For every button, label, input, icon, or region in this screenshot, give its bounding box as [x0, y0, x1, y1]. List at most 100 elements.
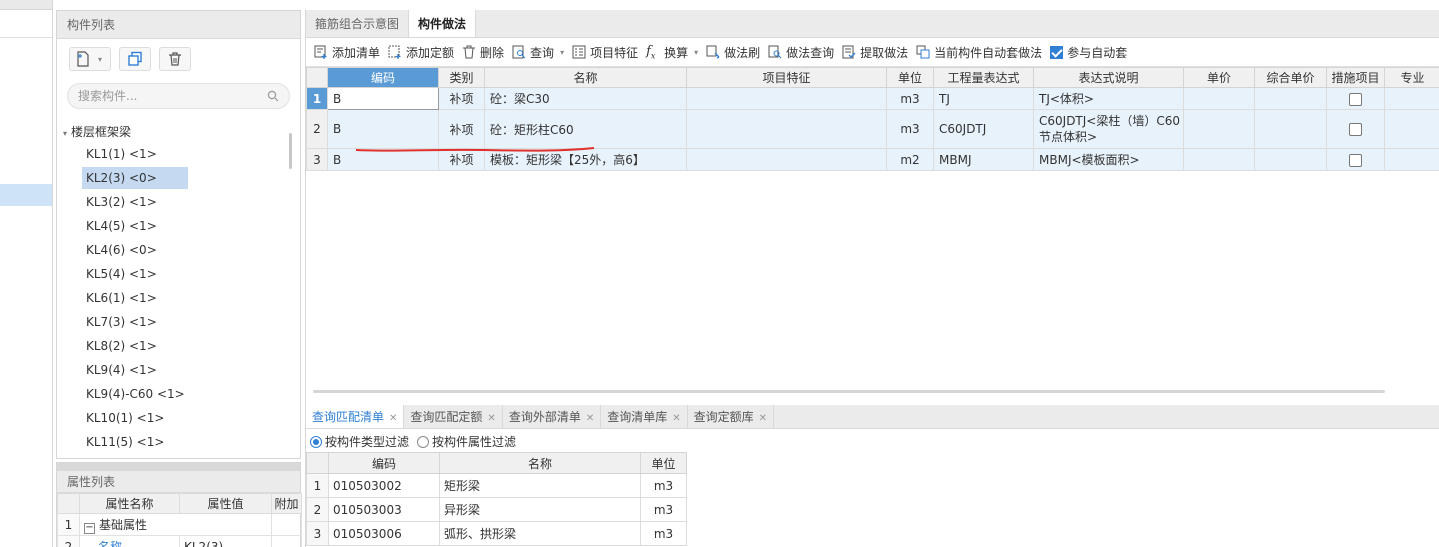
- property-value-cell[interactable]: KL2(3): [179, 535, 272, 547]
- search-icon[interactable]: [267, 90, 279, 102]
- cell-measure[interactable]: [1326, 87, 1385, 110]
- query-header-code[interactable]: 编码: [328, 452, 440, 474]
- cell-code[interactable]: 010503006: [328, 521, 440, 546]
- cell-unit[interactable]: m3: [640, 473, 687, 498]
- tab-query-match-quota[interactable]: 查询匹配定额 ✕: [404, 405, 503, 428]
- table-row[interactable]: 3 010503006 弧形、拱形梁 m3: [306, 521, 687, 546]
- tab-query-list-library[interactable]: 查询清单库 ✕: [601, 405, 688, 428]
- chevron-down-icon[interactable]: ▾: [560, 48, 564, 57]
- cell-unit[interactable]: m3: [640, 521, 687, 546]
- auto-apply-current-button[interactable]: 当前构件自动套做法: [914, 44, 1048, 61]
- cell-expr[interactable]: TJ: [933, 87, 1034, 110]
- chevron-down-icon[interactable]: ▾: [98, 55, 102, 64]
- tree-item[interactable]: KL8(2) <1>: [57, 335, 300, 359]
- query-header-unit[interactable]: 单位: [640, 452, 687, 474]
- cell-code[interactable]: 010503003: [328, 497, 440, 522]
- grid-header-specialty[interactable]: 专业: [1384, 67, 1439, 88]
- grid-header-unit[interactable]: 单位: [886, 67, 934, 88]
- delete-component-button[interactable]: [159, 47, 191, 71]
- cell-desc[interactable]: MBMJ<模板面积>: [1033, 148, 1184, 171]
- tree-item[interactable]: KL11(5) <1>: [57, 431, 300, 455]
- cell-name[interactable]: 矩形梁: [439, 473, 641, 498]
- cell-feature[interactable]: [686, 87, 887, 110]
- tree-item[interactable]: KL2(3) <0>: [57, 167, 300, 191]
- cell-unit[interactable]: m3: [886, 109, 934, 149]
- tree-item[interactable]: KL5(4) <1>: [57, 263, 300, 287]
- cell-name[interactable]: 弧形、拱形梁: [439, 521, 641, 546]
- cell-price[interactable]: [1183, 148, 1255, 171]
- tree-item[interactable]: KL4(5) <1>: [57, 215, 300, 239]
- tab-query-external-list[interactable]: 查询外部清单 ✕: [503, 405, 602, 428]
- tab-query-match-list[interactable]: 查询匹配清单 ✕: [306, 405, 405, 428]
- grid-header-desc[interactable]: 表达式说明: [1033, 67, 1184, 88]
- property-row[interactable]: 2 名称 KL2(3): [57, 535, 302, 547]
- filter-by-type-radio[interactable]: 按构件类型过滤: [310, 433, 409, 450]
- cell-total-price[interactable]: [1254, 109, 1327, 149]
- tab-stirrup-diagram[interactable]: 箍筋组合示意图: [306, 10, 410, 37]
- query-button[interactable]: 查询 ▾: [510, 44, 570, 61]
- table-row[interactable]: 1 010503002 矩形梁 m3: [306, 473, 687, 498]
- tab-query-quota-library[interactable]: 查询定额库 ✕: [688, 405, 775, 428]
- tree-item[interactable]: KL6(1) <1>: [57, 287, 300, 311]
- method-query-button[interactable]: 做法查询: [766, 44, 840, 61]
- cell-unit[interactable]: m3: [640, 497, 687, 522]
- tree-group-frame-beam[interactable]: ▾ 楼层框架梁: [57, 121, 300, 143]
- cell-expr[interactable]: MBMJ: [933, 148, 1034, 171]
- cell-name[interactable]: 异形梁: [439, 497, 641, 522]
- copy-component-button[interactable]: [119, 47, 151, 71]
- cell-feature[interactable]: [686, 109, 887, 149]
- checkbox-unchecked-icon[interactable]: [1349, 123, 1362, 136]
- tree-item[interactable]: KL3(2) <1>: [57, 191, 300, 215]
- radio-selected-icon[interactable]: [310, 435, 322, 448]
- new-component-button[interactable]: ▾: [69, 47, 111, 71]
- grid-header-code[interactable]: 编码: [327, 67, 439, 88]
- cell-price[interactable]: [1183, 109, 1255, 149]
- close-icon[interactable]: ✕: [487, 413, 495, 424]
- query-header-name[interactable]: 名称: [439, 452, 641, 474]
- grid-header-expr[interactable]: 工程量表达式: [933, 67, 1034, 88]
- table-row[interactable]: 2 010503003 异形梁 m3: [306, 497, 687, 522]
- checkbox-unchecked-icon[interactable]: [1349, 92, 1362, 106]
- extract-method-button[interactable]: 提取做法: [840, 44, 914, 61]
- checkbox-unchecked-icon[interactable]: [1349, 153, 1362, 167]
- close-icon[interactable]: ✕: [389, 413, 397, 424]
- method-brush-button[interactable]: 做法刷: [704, 44, 766, 61]
- radio-unselected-icon[interactable]: [417, 435, 430, 448]
- cell-unit[interactable]: m3: [886, 87, 934, 110]
- grid-header-name[interactable]: 名称: [484, 67, 687, 88]
- cell-type[interactable]: 补项: [438, 87, 485, 110]
- cell-expr[interactable]: C60JDTJ: [933, 109, 1034, 149]
- cell-desc[interactable]: C60JDTJ<梁柱（墙）C60节点体积>: [1033, 109, 1184, 149]
- tree-item[interactable]: KL9(4)-C60 <1>: [57, 383, 300, 407]
- grid-header-price[interactable]: 单价: [1183, 67, 1255, 88]
- close-icon[interactable]: ✕: [759, 413, 767, 424]
- add-list-button[interactable]: 添加清单: [312, 44, 386, 61]
- grid-horizontal-scrollbar[interactable]: [313, 390, 1385, 393]
- close-icon[interactable]: ✕: [586, 413, 594, 424]
- cell-specialty[interactable]: [1384, 148, 1439, 171]
- component-search-input[interactable]: [78, 89, 267, 103]
- cell-desc[interactable]: TJ<体积>: [1033, 87, 1184, 110]
- cell-specialty[interactable]: [1384, 109, 1439, 149]
- tree-scrollbar[interactable]: [289, 133, 292, 169]
- collapse-minus-icon[interactable]: −: [84, 522, 95, 534]
- collapse-triangle-icon[interactable]: ▾: [63, 129, 67, 138]
- item-feature-button[interactable]: 项目特征: [570, 44, 644, 61]
- table-row[interactable]: 1 B 补项 砼：梁C30 m3 TJ TJ<体积>: [306, 87, 1439, 110]
- property-row[interactable]: 1 − 基础属性: [57, 513, 302, 536]
- left-strip-selected-item[interactable]: [0, 184, 52, 206]
- calc-button[interactable]: fx 换算 ▾: [644, 44, 704, 61]
- cell-code[interactable]: B: [327, 87, 439, 110]
- tree-item[interactable]: KL7(3) <1>: [57, 311, 300, 335]
- checkbox-checked-icon[interactable]: [1050, 45, 1064, 59]
- close-icon[interactable]: ✕: [672, 413, 680, 424]
- cell-specialty[interactable]: [1384, 87, 1439, 110]
- tree-item[interactable]: KL9(4) <1>: [57, 359, 300, 383]
- tree-item[interactable]: KL1(1) <1>: [57, 143, 300, 167]
- tree-item[interactable]: KL10(1) <1>: [57, 407, 300, 431]
- tab-component-method[interactable]: 构件做法: [409, 10, 477, 37]
- cell-unit[interactable]: m2: [886, 148, 934, 171]
- filter-by-attr-radio[interactable]: 按构件属性过滤: [417, 433, 516, 450]
- grid-header-type[interactable]: 类别: [438, 67, 485, 88]
- cell-measure[interactable]: [1326, 109, 1385, 149]
